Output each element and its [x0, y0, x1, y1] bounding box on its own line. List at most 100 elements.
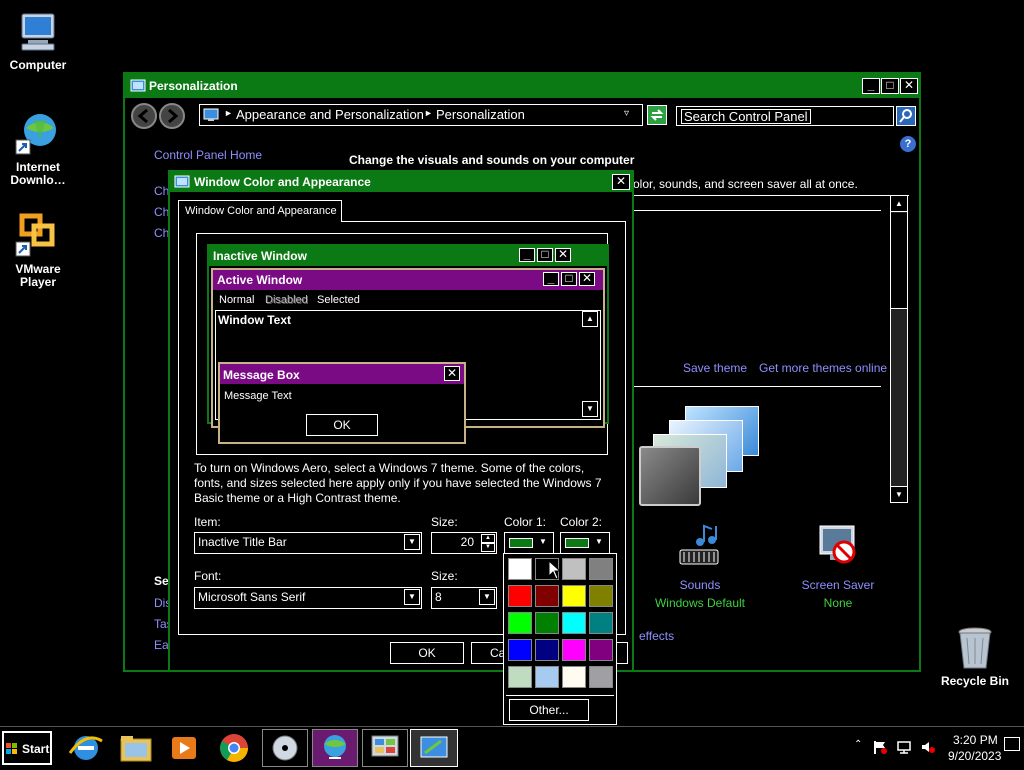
font-size-select[interactable]: 8 ▼: [431, 587, 497, 609]
preview-menu-disabled[interactable]: Disabled: [265, 294, 308, 306]
stepper-up[interactable]: ▲: [481, 534, 495, 543]
scroll-up-arrow[interactable]: ▲: [891, 196, 907, 212]
theme-thumbnail[interactable]: [639, 406, 759, 506]
color-swatch[interactable]: [535, 666, 559, 688]
preview-active-titlebar[interactable]: Active Window _ □ ✕: [213, 270, 603, 290]
search-icon: [899, 109, 912, 123]
ok-button-label: OK: [418, 646, 436, 660]
control-panel-home-link[interactable]: Control Panel Home: [154, 148, 262, 162]
preview-maximize: □: [537, 248, 553, 262]
forward-button[interactable]: [159, 103, 185, 129]
tab-window-color[interactable]: Window Color and Appearance: [178, 200, 342, 222]
color-swatch[interactable]: [589, 666, 613, 688]
preview-inactive-titlebar[interactable]: Inactive Window _ □ ✕: [209, 246, 607, 266]
preview-msgbox-text: Message Text: [224, 390, 292, 402]
search-input[interactable]: Search Control Panel: [681, 109, 811, 124]
item-select[interactable]: Inactive Title Bar ▼: [194, 532, 422, 554]
color-swatch[interactable]: [508, 558, 532, 580]
taskbar-ie-button[interactable]: [62, 729, 110, 767]
close-button[interactable]: ✕: [900, 78, 918, 94]
color-swatch[interactable]: [508, 639, 532, 661]
preview-menu-normal[interactable]: Normal: [219, 294, 254, 306]
effects-link[interactable]: effects: [639, 629, 674, 643]
help-icon[interactable]: ?: [900, 136, 916, 152]
network-icon[interactable]: [896, 739, 912, 758]
font-label: Font:: [194, 569, 222, 583]
size-stepper[interactable]: 20 ▲ ▼: [431, 532, 497, 554]
address-bar[interactable]: ► Appearance and Personalization ► Perso…: [199, 104, 643, 126]
search-box[interactable]: Search Control Panel: [676, 106, 894, 126]
taskbar-control-panel-button[interactable]: [362, 729, 408, 767]
color-swatch[interactable]: [562, 585, 586, 607]
ok-button[interactable]: OK: [390, 642, 464, 664]
apply-button-edge[interactable]: [616, 642, 628, 664]
preview-msgbox-titlebar[interactable]: Message Box ✕: [220, 364, 464, 384]
scroll-thumb[interactable]: [891, 213, 907, 309]
start-label: Start: [22, 742, 50, 756]
maximize-button[interactable]: □: [881, 78, 899, 94]
color-swatch[interactable]: [508, 585, 532, 607]
address-dropdown-icon[interactable]: ▿: [624, 108, 629, 119]
color-swatch[interactable]: [589, 612, 613, 634]
preview-minimize: _: [543, 272, 559, 286]
color2-picker-button[interactable]: ▼: [560, 532, 610, 554]
color-swatch[interactable]: [535, 639, 559, 661]
taskbar-idm-button[interactable]: [312, 729, 358, 767]
save-theme-link[interactable]: Save theme: [683, 361, 747, 375]
sounds-item[interactable]: Sounds Windows Default: [645, 522, 755, 612]
color-swatch[interactable]: [562, 639, 586, 661]
action-center-flag-icon[interactable]: [872, 739, 888, 758]
color-swatch[interactable]: [508, 612, 532, 634]
color-swatch[interactable]: [508, 666, 532, 688]
color-swatch[interactable]: [589, 558, 613, 580]
dialog-close-button[interactable]: ✕: [612, 174, 630, 190]
desktop-icon-vmware-player[interactable]: VMware Player: [0, 212, 76, 289]
color-swatch[interactable]: [589, 585, 613, 607]
breadcrumb-item[interactable]: Personalization: [436, 107, 525, 122]
item-label: Item:: [194, 515, 221, 529]
scroll-down-arrow[interactable]: ▼: [891, 486, 907, 502]
preview-close: ✕: [555, 248, 571, 262]
color-swatch[interactable]: [562, 666, 586, 688]
clock-date[interactable]: 9/20/2023: [948, 749, 1001, 763]
taskbar-explorer-button[interactable]: [112, 729, 160, 767]
desktop-icon-label: Internet Downlo…: [10, 160, 66, 187]
preview-close: ✕: [579, 272, 595, 286]
color-swatch[interactable]: [589, 639, 613, 661]
chevron-down-icon[interactable]: ▼: [479, 589, 495, 605]
other-color-button[interactable]: Other...: [509, 699, 589, 721]
chevron-down-icon[interactable]: ▼: [404, 534, 420, 550]
color1-picker-button[interactable]: ▼: [504, 532, 554, 554]
get-more-themes-link[interactable]: Get more themes online: [759, 361, 887, 375]
search-button[interactable]: [896, 106, 916, 126]
minimize-button[interactable]: _: [862, 78, 880, 94]
desktop-icon-internet-download-manager[interactable]: Internet Downlo…: [0, 110, 76, 187]
color-swatch[interactable]: [535, 612, 559, 634]
screensaver-item[interactable]: Screen Saver None: [783, 522, 893, 612]
desktop-icon-computer[interactable]: Computer: [0, 8, 76, 72]
color-swatch[interactable]: [562, 558, 586, 580]
desktop-icon-recycle-bin[interactable]: Recycle Bin: [937, 624, 1013, 688]
volume-muted-icon[interactable]: [920, 739, 936, 758]
font-select[interactable]: Microsoft Sans Serif ▼: [194, 587, 422, 609]
personalization-titlebar[interactable]: Personalization _ □ ✕: [125, 74, 919, 98]
color-swatch[interactable]: [562, 612, 586, 634]
taskbar-chrome-button[interactable]: [210, 729, 258, 767]
taskbar-media-player-button[interactable]: [160, 729, 208, 767]
show-desktop-button[interactable]: [1004, 737, 1020, 751]
info-line: fonts, and sizes selected here apply onl…: [194, 476, 602, 490]
show-hidden-icons-button[interactable]: ⌃: [854, 739, 862, 750]
clock-time[interactable]: 3:20 PM: [953, 733, 998, 747]
color-swatch[interactable]: [535, 585, 559, 607]
taskbar-personalization-button[interactable]: [410, 729, 458, 767]
refresh-button[interactable]: [647, 105, 667, 125]
chevron-down-icon[interactable]: ▼: [404, 589, 420, 605]
taskbar-media-center-button[interactable]: [262, 729, 308, 767]
start-button[interactable]: Start: [2, 731, 52, 765]
themes-scrollbar[interactable]: ▲ ▼: [890, 195, 908, 503]
breadcrumb-item[interactable]: Appearance and Personalization: [236, 107, 424, 122]
preview-menu-selected[interactable]: Selected: [317, 294, 360, 306]
stepper-down[interactable]: ▼: [481, 543, 495, 552]
dialog-titlebar[interactable]: Window Color and Appearance ✕: [170, 172, 632, 192]
back-button[interactable]: [131, 103, 157, 129]
